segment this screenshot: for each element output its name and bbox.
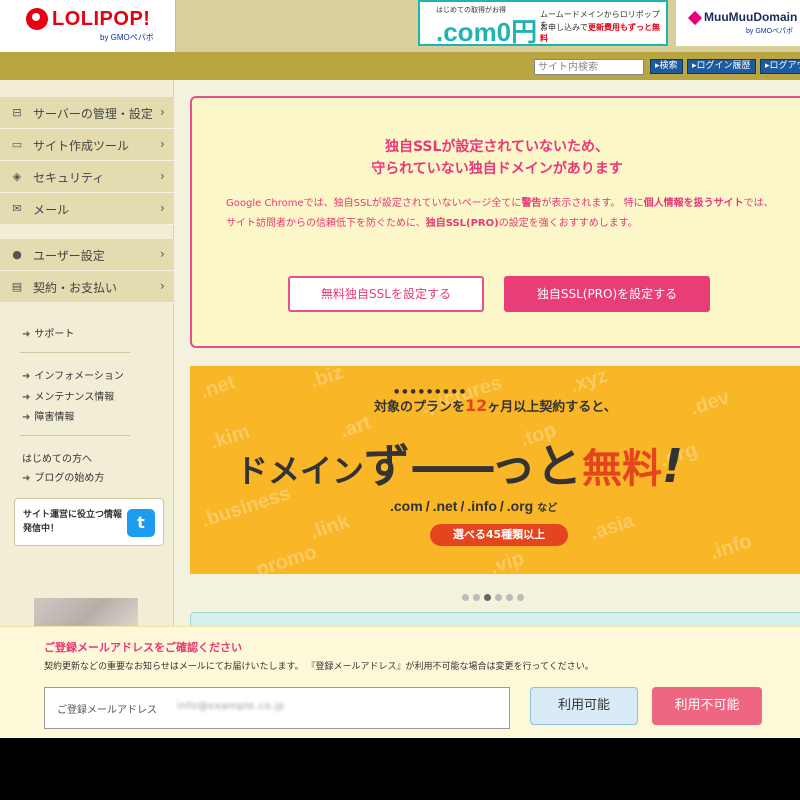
mail-icon: ✉	[12, 202, 22, 215]
sidebar-item-label: セキュリティ	[33, 171, 105, 185]
email-confirm-desc: 契約更新などの重要なお知らせはメールにてお届けいたします。 『登録メールアドレス…	[44, 662, 594, 672]
sidebar-item-server[interactable]: ⊟ サーバーの管理・設定 ›	[0, 97, 174, 129]
ad-banner-com0[interactable]: はじめての取得がお得 .com0円 ムームードメインからロリポップを お申し込み…	[418, 0, 668, 47]
ssl-warning-panel: 独自SSLが設定されていないため、 守られていない独自ドメインがあります Goo…	[190, 96, 800, 348]
twitter-promo[interactable]: サイト運営に役立つ情報発信中！ t	[14, 498, 164, 546]
sidebar-item-user-settings[interactable]: ● ユーザー設定 ›	[0, 239, 174, 271]
sidebar-item-label: メール	[33, 203, 70, 217]
carousel-dot[interactable]	[473, 594, 480, 601]
muumuu-logo-icon	[687, 10, 703, 26]
ad-com-big: .com0円	[436, 17, 538, 47]
login-history-button[interactable]: ▸ログイン履歴	[687, 59, 756, 74]
banner-dots: ●●●●●●●●●	[394, 388, 469, 395]
banner-pill: 選べる45種類以上	[430, 524, 568, 546]
twitter-promo-text: サイト運営に役立つ情報発信中！	[23, 510, 123, 534]
watermark-word: .promo	[248, 541, 320, 574]
watermark-word: .net	[197, 371, 238, 403]
sidebar-item-label: サイト作成ツール	[33, 139, 130, 153]
sidebar-item-label: 契約・お支払い	[33, 281, 118, 295]
lollipop-logo-icon	[26, 8, 48, 30]
watermark-word: .link	[307, 510, 353, 544]
arrow-right-icon: ➜	[22, 329, 31, 340]
header: LOLIPOP! by GMOペパボ はじめての取得がお得 .com0円 ムーム…	[0, 0, 800, 52]
banner-condition: 対象のプランを12ヶ月以上契約すると、	[374, 396, 617, 415]
card-icon: ▤	[11, 280, 23, 293]
server-icon: ⊟	[12, 106, 22, 119]
sidebar-link-incidents[interactable]: ➜ 障害情報	[22, 408, 74, 423]
carousel-dots	[462, 586, 528, 605]
logo[interactable]: LOLIPOP! by GMOペパボ	[0, 0, 176, 52]
email-field-value: info@example.co.jp	[177, 701, 285, 712]
carousel-dot[interactable]	[495, 594, 502, 601]
ssl-warning-title: 守られていない独自ドメインがあります	[371, 161, 623, 177]
watermark-word: .dev	[687, 386, 733, 420]
sidebar-link-maintenance[interactable]: ➜ メンテナンス情報	[22, 388, 114, 403]
email-available-button[interactable]: 利用可能	[530, 687, 638, 725]
watermark-word: .info	[707, 530, 755, 565]
registered-email-field[interactable]: ご登録メールアドレス info@example.co.jp	[44, 687, 510, 729]
sidebar-link-information[interactable]: ➜ インフォメーション	[22, 367, 124, 382]
sidebar-item-label: ユーザー設定	[33, 249, 105, 263]
carousel-dot[interactable]	[462, 594, 469, 601]
logo-text: LOLIPOP!	[52, 8, 151, 30]
chevron-right-icon: ›	[160, 247, 165, 261]
free-ssl-button[interactable]: 無料独自SSLを設定する	[288, 276, 484, 312]
email-unavailable-button[interactable]: 利用不可能	[652, 687, 762, 725]
sidebar-item-billing[interactable]: ▤ 契約・お支払い ›	[0, 271, 174, 303]
divider	[20, 352, 130, 353]
ssl-warning-body: Google Chromeでは、独自SSLが設定されていないページ全てに警告が表…	[226, 198, 774, 229]
banner-headline: ドメインず——っと無料!	[236, 439, 683, 493]
ad-com-line2: お申し込みで更新費用もずっと無料	[540, 23, 660, 43]
arrow-right-icon: ➜	[22, 412, 31, 423]
banner-tld-list: .com / .net / .info / .org など	[390, 498, 558, 514]
carousel-dot[interactable]	[517, 594, 524, 601]
chevron-right-icon: ›	[160, 137, 165, 151]
muumuu-sub: by GMOペパボ	[746, 28, 794, 35]
email-confirm-title: ご登録メールアドレスをご確認ください	[44, 641, 242, 654]
email-confirm-banner: ご登録メールアドレスをご確認ください 契約更新などの重要なお知らせはメールにてお…	[0, 626, 800, 738]
site-search-input[interactable]	[534, 59, 644, 75]
sidebar-item-label: サーバーの管理・設定	[33, 107, 153, 121]
search-button[interactable]: ▸検索	[650, 59, 683, 74]
sidebar-item-mail[interactable]: ✉ メール ›	[0, 193, 174, 225]
chevron-right-icon: ›	[160, 201, 165, 215]
user-icon: ●	[12, 248, 22, 261]
watermark-word: .xyz	[567, 366, 611, 398]
sidebar-link-beginner[interactable]: はじめての方へ	[22, 450, 92, 465]
ad-banner-muumuu[interactable]: MuuMuuDomain by GMOペパボ	[676, 0, 800, 46]
app-screen: LOLIPOP! by GMOペパボ はじめての取得がお得 .com0円 ムーム…	[0, 0, 800, 738]
carousel-dot[interactable]	[484, 594, 491, 601]
pro-ssl-button[interactable]: 独自SSL(PRO)を設定する	[504, 276, 710, 312]
sidebar-item-security[interactable]: ◈ セキュリティ ›	[0, 161, 174, 193]
divider	[20, 435, 130, 436]
email-field-label: ご登録メールアドレス	[57, 705, 157, 716]
ssl-warning-title: 独自SSLが設定されていないため、	[384, 139, 610, 155]
arrow-right-icon: ➜	[22, 392, 31, 403]
chevron-right-icon: ›	[160, 169, 165, 183]
arrow-right-icon: ➜	[22, 371, 31, 382]
chevron-right-icon: ›	[160, 279, 165, 293]
watermark-word: .biz	[307, 366, 346, 393]
logout-button[interactable]: ▸ログアウ	[760, 59, 800, 74]
twitter-icon: t	[127, 509, 155, 537]
arrow-right-icon: ➜	[22, 473, 31, 484]
sidebar-link-support[interactable]: ➜ サポート	[22, 325, 74, 340]
sidebar-item-site-tools[interactable]: ▭ サイト作成ツール ›	[0, 129, 174, 161]
carousel-dot[interactable]	[506, 594, 513, 601]
chevron-right-icon: ›	[160, 105, 165, 119]
shield-icon: ◈	[12, 170, 22, 183]
muumuu-name: MuuMuuDomain	[704, 10, 798, 24]
laptop-icon: ▭	[11, 138, 23, 151]
watermark-word: .vip	[487, 547, 527, 574]
domain-promo-banner[interactable]: .net .biz .pictures .xyz .dev .kim .art .top .or…	[190, 366, 800, 574]
watermark-word: .asia	[587, 509, 637, 545]
sidebar-link-blog[interactable]: ➜ ブログの始め方	[22, 469, 104, 484]
logo-sub: by GMOペパボ	[100, 33, 154, 42]
